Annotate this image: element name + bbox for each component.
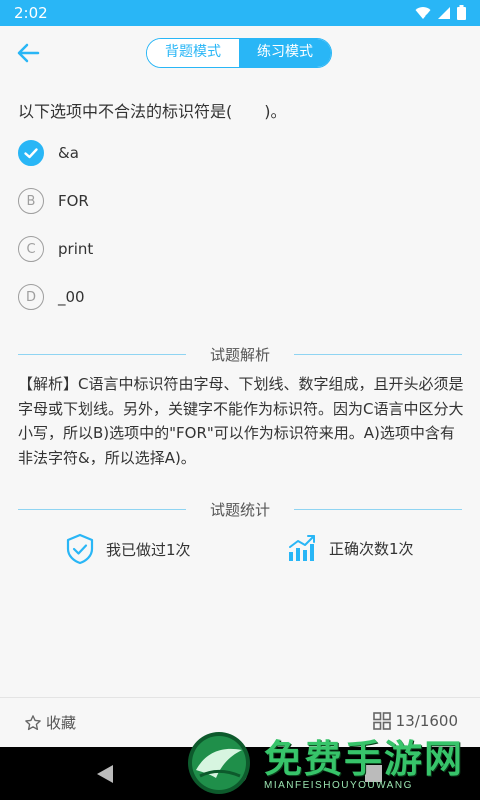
divider-line	[294, 354, 463, 355]
nav-back-icon[interactable]	[96, 764, 114, 784]
battery-icon	[457, 5, 466, 20]
analysis-section-header: 试题解析	[18, 344, 463, 365]
divider-line	[18, 354, 186, 355]
checkmark-icon	[24, 148, 38, 159]
option-c-selector[interactable]: C	[18, 236, 44, 262]
tab-practice-mode[interactable]: 练习模式	[239, 39, 331, 67]
option-c[interactable]: C print	[18, 234, 93, 264]
analysis-text: 【解析】C语言中标识符由字母、下划线、数字组成，且开头必须是字母或下划线。另外，…	[18, 375, 464, 467]
back-arrow-icon[interactable]	[14, 39, 42, 67]
shield-check-icon	[66, 533, 94, 565]
option-d-selector[interactable]: D	[18, 284, 44, 310]
stat-done-text: 我已做过1次	[106, 540, 191, 559]
watermark-logo: 免费手游网 MIANFEISHOUYOUWANG	[184, 728, 480, 800]
cell-signal-icon	[438, 6, 450, 19]
option-d-text: _00	[58, 288, 85, 306]
option-b-selector[interactable]: B	[18, 188, 44, 214]
stat-correct: 正确次数1次	[287, 533, 414, 563]
option-a-selector[interactable]	[18, 140, 44, 166]
option-b-text: FOR	[58, 192, 89, 210]
divider-line	[294, 509, 463, 510]
bar-chart-trend-icon	[289, 535, 315, 561]
divider-line	[18, 509, 186, 510]
option-c-text: print	[58, 240, 94, 258]
favorite-button[interactable]: 收藏	[24, 712, 76, 733]
option-b[interactable]: B FOR	[18, 186, 89, 216]
stat-done: 我已做过1次	[66, 533, 191, 565]
analysis-title: 试题解析	[210, 346, 271, 364]
status-time: 2:02	[14, 4, 48, 22]
watermark-subtitle: MIANFEISHOUYOUWANG	[264, 780, 413, 791]
app-bar: 背题模式 练习模式	[0, 26, 480, 80]
status-icons	[415, 5, 466, 20]
mode-toggle: 背题模式 练习模式	[146, 38, 332, 68]
tab-memorize-mode[interactable]: 背题模式	[147, 39, 239, 67]
wifi-icon	[415, 6, 431, 20]
stats-title: 试题统计	[210, 501, 271, 519]
star-outline-icon	[25, 714, 41, 730]
option-a-text: &a	[58, 144, 79, 162]
option-d[interactable]: D _00	[18, 282, 85, 312]
stat-correct-text: 正确次数1次	[329, 539, 414, 558]
option-a[interactable]: &a	[18, 138, 79, 168]
question-text: 以下选项中不合法的标识符是( )。	[18, 102, 287, 121]
status-bar: 2:02	[0, 0, 480, 26]
favorite-label: 收藏	[46, 714, 77, 732]
stats-section-header: 试题统计	[18, 499, 463, 520]
watermark-emblem-icon	[188, 732, 250, 794]
watermark-title: 免费手游网	[264, 736, 465, 781]
